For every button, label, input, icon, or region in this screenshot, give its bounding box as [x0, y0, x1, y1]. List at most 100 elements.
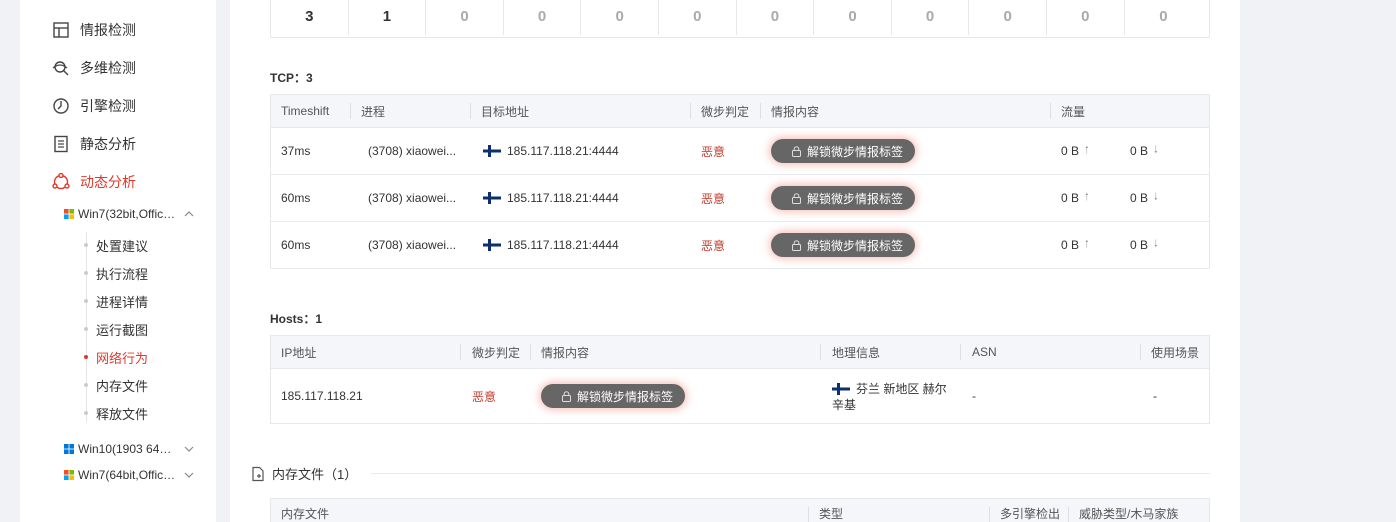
col-divider [820, 344, 821, 360]
col-header: 内存文件 [281, 507, 330, 521]
nav-item-engine-detect[interactable]: 引擎检测 [52, 95, 136, 117]
col-header: ASN [972, 345, 997, 359]
chevron-down-icon [184, 446, 194, 452]
env-win7-64bit[interactable]: Win7(64bit,Office... [64, 467, 198, 483]
target-address: 185.117.118.21:4444 [483, 222, 619, 268]
col-divider [960, 344, 961, 360]
sidebar: 情报检测 多维检测 引擎检测 静态分析 动态分析 Win7(32bit,Offi… [20, 0, 216, 522]
col-divider [530, 344, 531, 360]
unlock-intel-button[interactable]: 解锁微步情报标签 [771, 139, 916, 163]
unlock-label: 解锁微步情报标签 [577, 389, 674, 404]
col-header: 威胁类型/木马家族 [1079, 507, 1179, 521]
col-header: 类型 [819, 507, 844, 521]
sub-item-screenshot[interactable]: 运行截图 [96, 320, 148, 338]
count-value: 0 [581, 0, 659, 35]
table-row: 37ms (3708) xiaowei... 185.117.118.21:44… [271, 128, 1209, 175]
finland-flag-icon [483, 239, 501, 251]
unlock-intel-button[interactable]: 解锁微步情报标签 [771, 186, 916, 210]
col-header: IP地址 [281, 345, 317, 360]
sub-item-release-file[interactable]: 释放文件 [96, 404, 148, 422]
col-header: 微步判定 [701, 104, 750, 119]
tree-dot [84, 327, 88, 331]
arrow-up-icon: 🠑 [1085, 144, 1089, 156]
sub-item-memory-file[interactable]: 内存文件 [96, 376, 148, 394]
nav-label: 情报检测 [80, 22, 136, 38]
traffic-up: 0 B 🠑 [1061, 175, 1089, 221]
col-header: 目标地址 [481, 104, 530, 119]
traffic-up-value: 0 B [1061, 191, 1080, 205]
col-header: 多引擎检出 [1000, 507, 1061, 521]
col-header: Timeshift [281, 104, 330, 118]
timeshift: 37ms [281, 144, 311, 158]
finland-flag-icon [483, 192, 501, 204]
chevron-down-icon [184, 472, 194, 478]
unlock-label: 解锁微步情报标签 [807, 144, 904, 159]
finland-flag-icon [832, 383, 850, 395]
sub-item-advice[interactable]: 处置建议 [96, 236, 148, 254]
traffic-down: 0 B 🠓 [1130, 128, 1158, 174]
ip-address: 185.117.118.21 [281, 389, 363, 403]
nav-label: 静态分析 [80, 136, 136, 152]
layout-icon [53, 22, 69, 38]
tree-dot [84, 271, 88, 275]
nav-label: 引擎检测 [80, 98, 136, 114]
geo-line1: 芬兰 新地区 赫尔 [856, 382, 947, 396]
lock-icon [792, 239, 801, 251]
windows-logo-icon [64, 209, 74, 219]
count-value: 0 [504, 0, 582, 35]
table-row: 60ms (3708) xiaowei... 185.117.118.21:44… [271, 222, 1209, 268]
env-win7-32bit[interactable]: Win7(32bit,Office... [64, 206, 198, 222]
main-content: 3 1 0 0 0 0 0 0 0 0 0 0 TCP：3 Timeshift … [230, 0, 1240, 522]
geo-line: 芬兰 新地区 赫尔 [832, 381, 947, 397]
lock-icon [792, 192, 801, 204]
process[interactable]: (3708) xiaowei... [368, 222, 456, 268]
sub-item-exec-flow[interactable]: 执行流程 [96, 264, 148, 282]
env-win10-1903[interactable]: Win10(1903 64bit... [64, 441, 198, 457]
windows10-logo-icon [64, 444, 74, 454]
geo-line2: 辛基 [832, 398, 857, 412]
unlock-intel-button[interactable]: 解锁微步情报标签 [771, 233, 916, 257]
tcp-table-header: Timeshift 进程 目标地址 微步判定 情报内容 流量 [271, 95, 1209, 128]
process[interactable]: (3708) xiaowei... [368, 175, 456, 221]
col-divider [460, 344, 461, 360]
sub-item-process-detail[interactable]: 进程详情 [96, 292, 148, 310]
verdict-malicious: 恶意 [701, 238, 726, 253]
traffic-down-value: 0 B [1130, 191, 1149, 205]
address-text: 185.117.118.21:4444 [507, 191, 619, 205]
chevron-up-icon [184, 211, 194, 217]
unlock-label: 解锁微步情报标签 [807, 191, 904, 206]
traffic-up: 0 B 🠑 [1061, 222, 1089, 268]
col-header: 进程 [361, 104, 386, 119]
process[interactable]: (3708) xiaowei... [368, 128, 456, 174]
count-value: 0 [659, 0, 737, 35]
col-header: 流量 [1061, 104, 1086, 119]
col-header: 地理信息 [832, 345, 881, 360]
target-address: 185.117.118.21:4444 [483, 128, 619, 174]
col-divider [989, 507, 990, 522]
document-list-icon [54, 135, 68, 153]
nav-item-multi-detect[interactable]: 多维检测 [52, 57, 136, 79]
table-row: 60ms (3708) xiaowei... 185.117.118.21:44… [271, 175, 1209, 222]
tcp-section-title: TCP：3 [270, 71, 313, 85]
nav-item-dynamic-analysis[interactable]: 动态分析 [52, 171, 136, 193]
arrow-up-icon: 🠑 [1085, 238, 1089, 250]
memory-table: 内存文件 类型 多引擎检出 威胁类型/木马家族 [270, 498, 1210, 522]
arrow-down-icon: 🠓 [1154, 191, 1158, 203]
tree-dot [84, 383, 88, 387]
count-value: 3 [271, 0, 349, 35]
tree-dot [84, 411, 88, 415]
tcp-table: Timeshift 进程 目标地址 微步判定 情报内容 流量 37ms (370… [270, 94, 1210, 269]
verdict-malicious: 恶意 [701, 191, 726, 206]
timeshift: 60ms [281, 191, 311, 205]
count-value: 0 [892, 0, 970, 35]
sub-item-network[interactable]: 网络行为 [96, 348, 148, 366]
nav-item-intel-detect[interactable]: 情报检测 [52, 19, 136, 41]
unlock-intel-button[interactable]: 解锁微步情报标签 [541, 384, 686, 408]
col-header: 使用场景 [1151, 345, 1200, 360]
nav-item-static-analysis[interactable]: 静态分析 [52, 133, 136, 155]
target-address: 185.117.118.21:4444 [483, 175, 619, 221]
col-divider [1068, 507, 1069, 522]
tree-dot-active [84, 355, 88, 359]
nav-label: 动态分析 [80, 174, 136, 190]
col-header: 情报内容 [771, 104, 820, 119]
